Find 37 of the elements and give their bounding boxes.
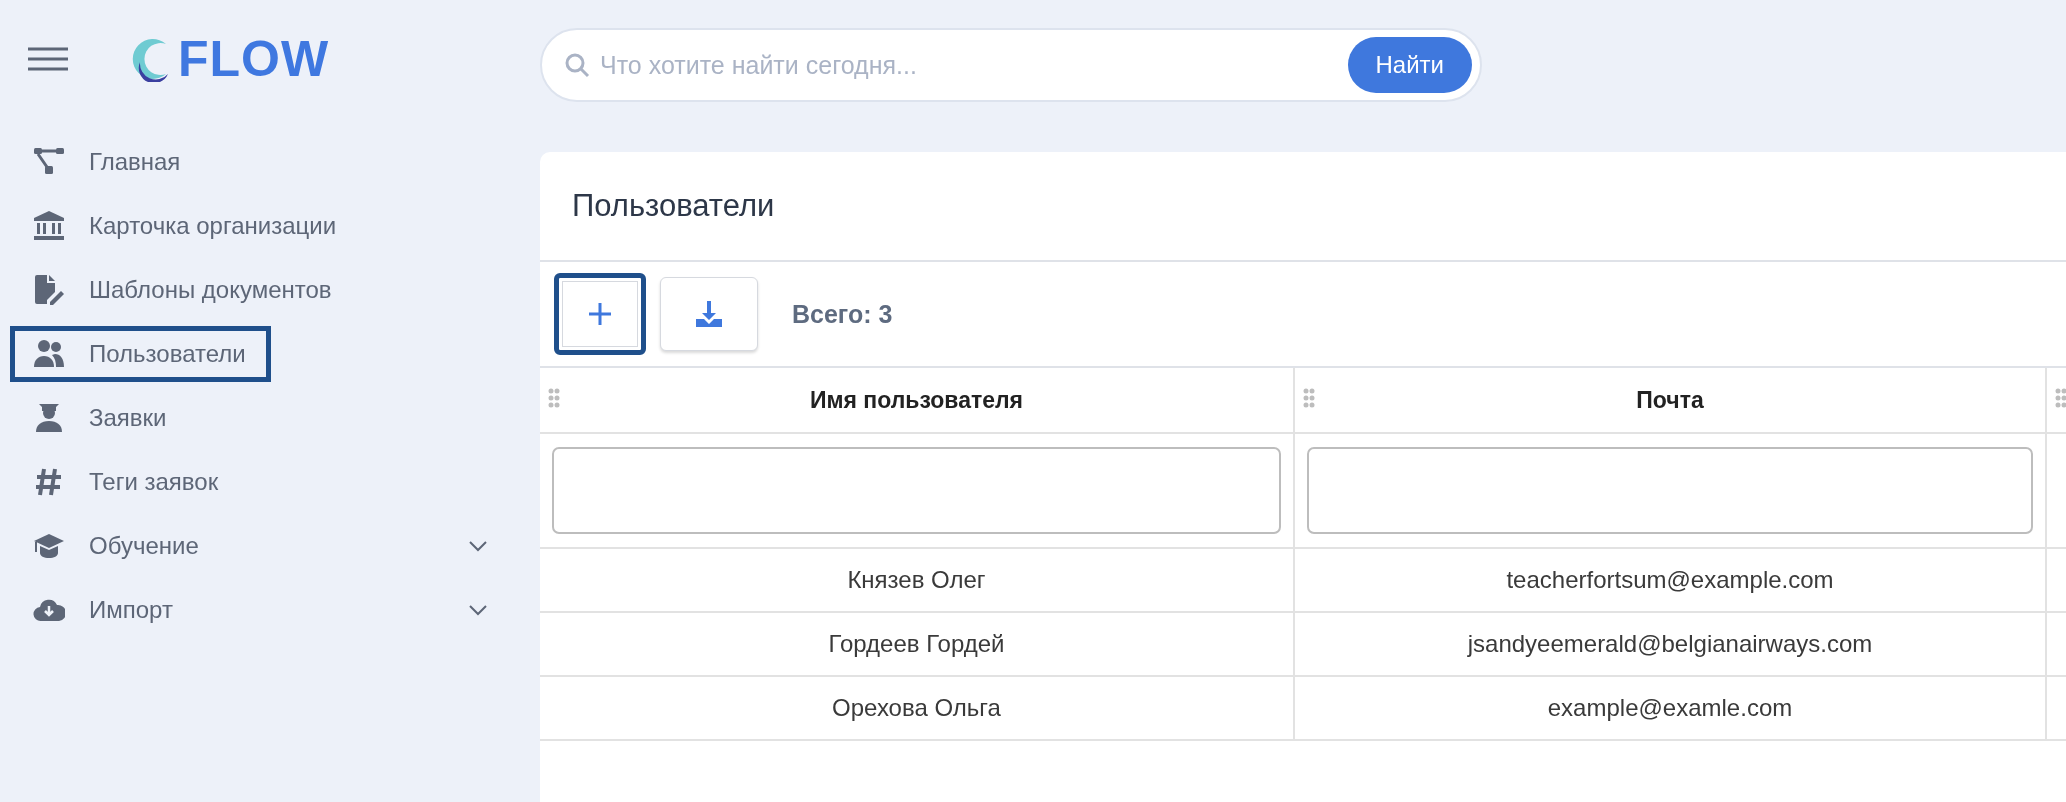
person-icon [33,402,65,434]
search-field[interactable]: Что хотите найти сегодня... Найти [540,28,1482,102]
drag-handle-icon[interactable] [2055,388,2066,408]
table-cell: Гордеев Гордей [828,630,1005,658]
bank-icon [33,210,65,242]
sidebar-item[interactable]: Главная [10,134,512,190]
search-button[interactable]: Найти [1347,37,1472,93]
table-cell: teacherfortsum@example.com [1506,566,1834,594]
search-icon [564,52,590,78]
download-button[interactable] [660,277,758,351]
sidebar-item[interactable]: Карточка организации [10,198,512,254]
column-header[interactable]: Имя пользователя [540,368,1295,434]
sidebar-item[interactable]: Теги заявок [10,454,512,510]
filter-field[interactable] [552,447,1281,534]
add-button[interactable] [554,273,646,355]
menu-icon[interactable] [28,46,68,72]
table-cell: Князев Олег [847,566,986,594]
download-icon [694,299,724,329]
chevron-icon [469,604,487,616]
users-icon [33,338,65,370]
table-cell: jsandyeemerald@belgianairways.com [1467,630,1873,658]
drag-handle-icon[interactable] [548,388,560,408]
table-cell: Орехова Ольга [832,694,1001,722]
sidebar-item[interactable]: Пользователи [10,326,271,382]
page-title: Пользователи [540,152,2066,262]
sidebar-item[interactable]: Импорт [10,582,512,638]
total-count: Всего: 3 [792,299,894,329]
logo-text: FLOW [178,30,330,88]
sidebar-item[interactable]: Заявки [10,390,512,446]
sidebar-item[interactable]: Шаблоны документов [10,262,512,318]
sidebar-item[interactable]: Обучение [10,518,512,574]
file-pen-icon [33,274,65,306]
table-cell: example@examle.com [1547,694,1793,722]
filter-field[interactable] [1307,447,2033,534]
chevron-icon [469,540,487,552]
column-header[interactable]: Почта [1295,368,2047,434]
drag-handle-icon[interactable] [1303,388,1315,408]
